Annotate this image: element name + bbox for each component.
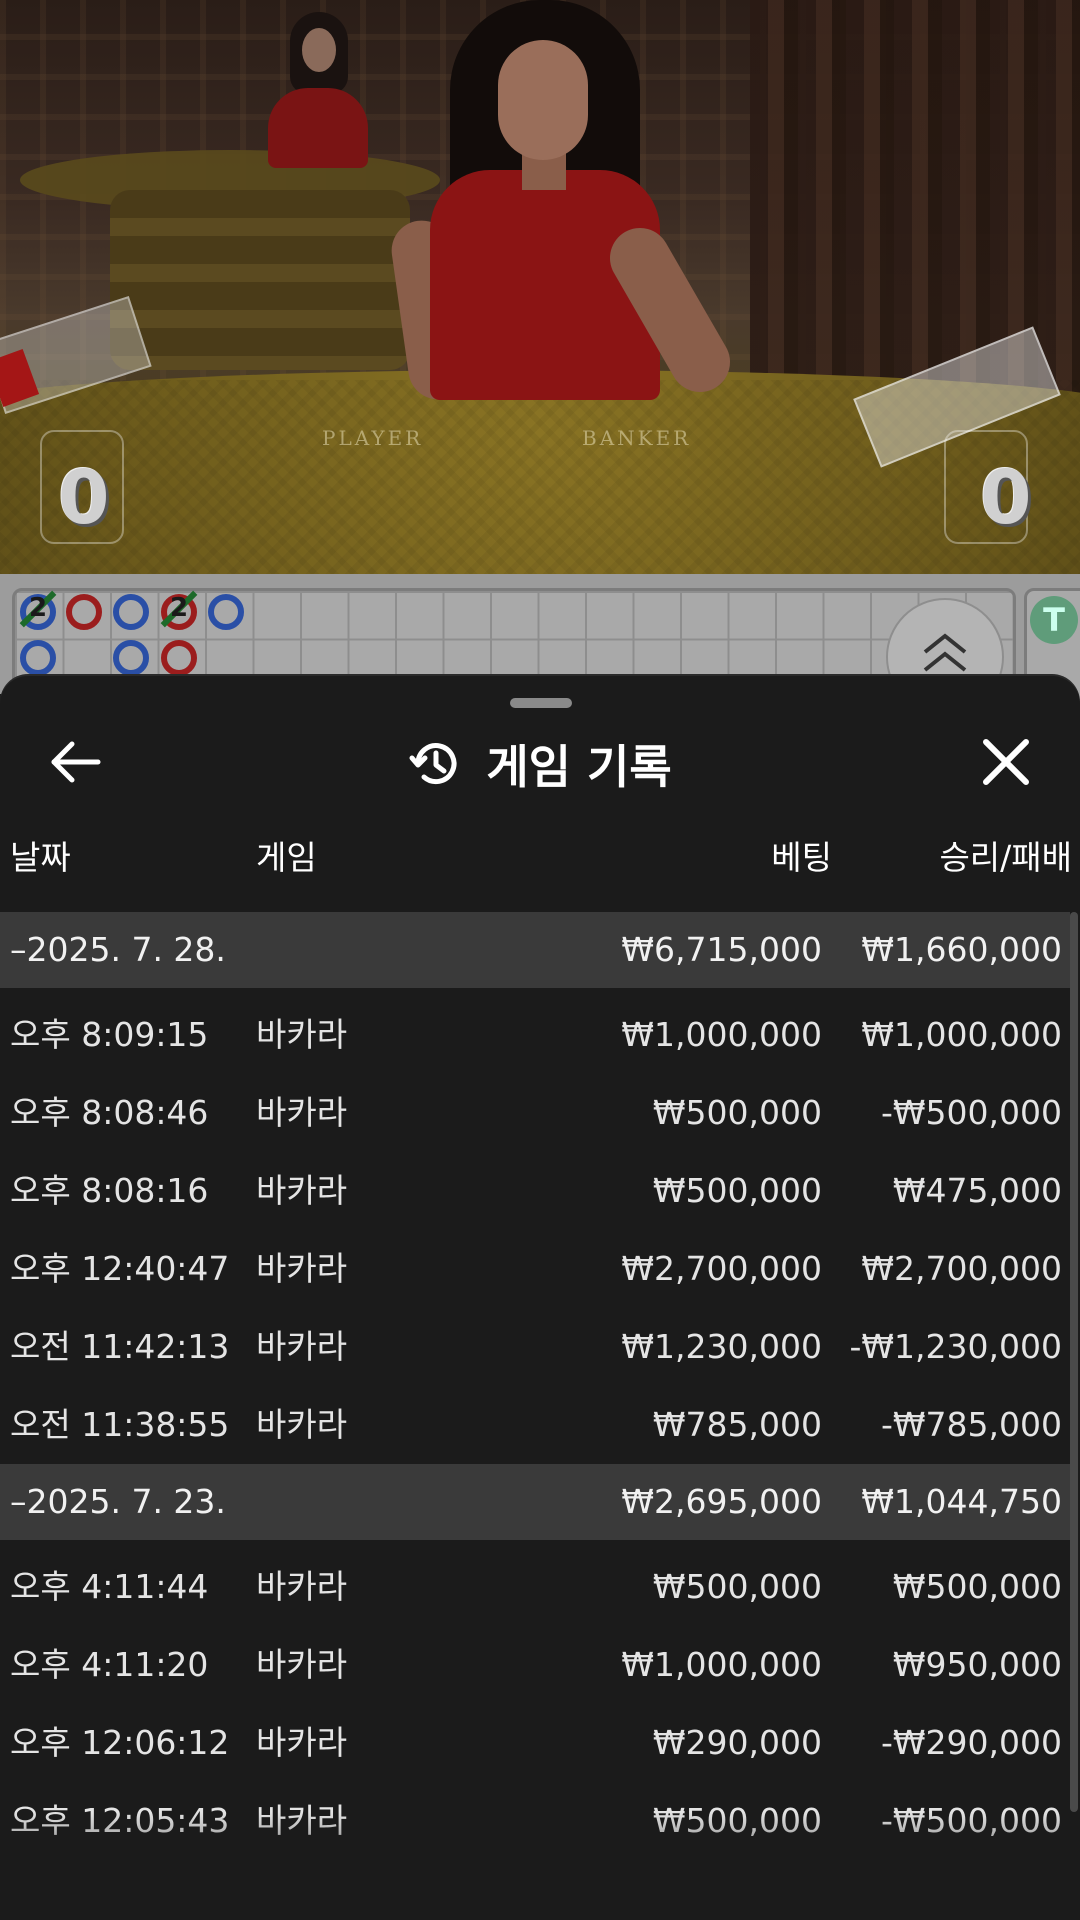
row-game: 바카라	[256, 1405, 348, 1444]
background-dealer	[268, 12, 368, 168]
group-win-total: ₩1,044,750	[861, 1482, 1062, 1521]
group-date: –2025. 7. 23.	[10, 1482, 226, 1521]
date-group-header[interactable]: –2025. 7. 28. ₩6,715,000 ₩1,660,000	[0, 912, 1070, 988]
game-history-sheet: 게임 기록 날짜 게임 베팅 승리/패배 –2025. 7. 28. ₩6,71…	[0, 676, 1080, 1920]
row-game: 바카라	[256, 1093, 348, 1132]
row-result: -₩1,230,000	[849, 1327, 1063, 1366]
banker-score: 0	[980, 455, 1032, 541]
sheet-title: 게임 기록	[486, 740, 672, 794]
row-bet: ₩1,000,000	[621, 1645, 822, 1684]
row-result: -₩785,000	[880, 1405, 1062, 1444]
group-bet-total: ₩6,715,000	[621, 930, 822, 969]
row-time: 오후 8:09:15	[10, 1015, 209, 1054]
row-game: 바카라	[256, 1249, 348, 1288]
column-bet[interactable]: 베팅	[771, 826, 832, 890]
row-game: 바카라	[256, 1015, 348, 1054]
row-time: 오후 12:05:43	[10, 1801, 230, 1840]
row-bet: ₩2,700,000	[621, 1249, 822, 1288]
row-bet: ₩500,000	[652, 1801, 822, 1840]
bead-player	[208, 594, 244, 630]
history-row[interactable]: 오후 4:11:20 바카라 ₩1,000,000 ₩950,000	[0, 1626, 1070, 1704]
group-date: –2025. 7. 28.	[10, 930, 226, 969]
row-result: -₩500,000	[880, 1801, 1062, 1840]
column-win-loss[interactable]: 승리/패배	[939, 826, 1072, 890]
row-game: 바카라	[256, 1327, 348, 1366]
group-win-total: ₩1,660,000	[861, 930, 1062, 969]
scrollbar[interactable]	[1070, 912, 1078, 1812]
live-video-feed: PLAYER BANKER 0 0	[0, 0, 1080, 574]
row-time: 오후 8:08:46	[10, 1093, 209, 1132]
bead-player	[113, 594, 149, 630]
tie-indicator: T	[1030, 596, 1078, 644]
row-bet: ₩500,000	[652, 1171, 822, 1210]
chevron-up-double-icon	[923, 633, 967, 672]
row-time: 오후 12:40:47	[10, 1249, 230, 1288]
row-bet: ₩290,000	[652, 1723, 822, 1762]
row-time: 오전 11:42:13	[10, 1327, 230, 1366]
row-bet: ₩785,000	[652, 1405, 822, 1444]
row-game: 바카라	[256, 1171, 348, 1210]
row-result: ₩2,700,000	[861, 1249, 1062, 1288]
close-button[interactable]	[976, 732, 1036, 792]
banker-table-label: BANKER	[582, 426, 692, 450]
history-row[interactable]: 오후 8:08:16 바카라 ₩500,000 ₩475,000	[0, 1152, 1070, 1230]
date-group-header[interactable]: –2025. 7. 23. ₩2,695,000 ₩1,044,750	[0, 1464, 1070, 1540]
history-row[interactable]: 오후 12:05:43 바카라 ₩500,000 -₩500,000	[0, 1782, 1070, 1860]
bead-banker	[66, 594, 102, 630]
drag-handle[interactable]	[510, 698, 572, 708]
history-list[interactable]: –2025. 7. 28. ₩6,715,000 ₩1,660,000 오후 8…	[0, 912, 1080, 1920]
row-result: ₩500,000	[892, 1567, 1062, 1606]
row-time: 오후 4:11:20	[10, 1645, 209, 1684]
row-bet: ₩1,000,000	[621, 1015, 822, 1054]
column-date[interactable]: 날짜	[10, 826, 71, 890]
row-game: 바카라	[256, 1801, 348, 1840]
column-headers: 날짜 게임 베팅 승리/패배	[0, 826, 1080, 890]
row-time: 오전 11:38:55	[10, 1405, 230, 1444]
row-bet: ₩500,000	[652, 1567, 822, 1606]
row-game: 바카라	[256, 1567, 348, 1606]
row-game: 바카라	[256, 1645, 348, 1684]
history-row[interactable]: 오후 8:09:15 바카라 ₩1,000,000 ₩1,000,000	[0, 996, 1070, 1074]
row-bet: ₩500,000	[652, 1093, 822, 1132]
history-row[interactable]: 오전 11:38:55 바카라 ₩785,000 -₩785,000	[0, 1386, 1070, 1464]
row-result: ₩1,000,000	[861, 1015, 1062, 1054]
history-row[interactable]: 오후 4:11:44 바카라 ₩500,000 ₩500,000	[0, 1548, 1070, 1626]
history-row[interactable]: 오전 11:42:13 바카라 ₩1,230,000 -₩1,230,000	[0, 1308, 1070, 1386]
bead-number: 2	[170, 593, 189, 623]
row-result: ₩475,000	[892, 1171, 1062, 1210]
close-icon	[983, 739, 1029, 785]
row-time: 오후 4:11:44	[10, 1567, 209, 1606]
row-result: -₩500,000	[880, 1093, 1062, 1132]
row-result: -₩290,000	[880, 1723, 1062, 1762]
history-icon	[409, 743, 457, 785]
sheet-header: 게임 기록	[0, 732, 1080, 796]
player-score: 0	[58, 455, 110, 541]
row-time: 오후 12:06:12	[10, 1723, 230, 1762]
bead-player	[113, 640, 149, 676]
bead-player	[20, 640, 56, 676]
history-row[interactable]: 오후 12:06:12 바카라 ₩290,000 -₩290,000	[0, 1704, 1070, 1782]
background-table-base	[110, 190, 410, 370]
row-result: ₩950,000	[892, 1645, 1062, 1684]
row-bet: ₩1,230,000	[621, 1327, 822, 1366]
history-row[interactable]: 오후 12:40:47 바카라 ₩2,700,000 ₩2,700,000	[0, 1230, 1070, 1308]
player-table-label: PLAYER	[322, 426, 424, 450]
row-game: 바카라	[256, 1723, 348, 1762]
row-time: 오후 8:08:16	[10, 1171, 209, 1210]
history-row[interactable]: 오후 8:08:46 바카라 ₩500,000 -₩500,000	[0, 1074, 1070, 1152]
column-game[interactable]: 게임	[256, 826, 317, 890]
dealer	[387, 0, 741, 420]
bead-banker	[161, 640, 197, 676]
group-bet-total: ₩2,695,000	[621, 1482, 822, 1521]
bead-number: 2	[29, 593, 48, 623]
